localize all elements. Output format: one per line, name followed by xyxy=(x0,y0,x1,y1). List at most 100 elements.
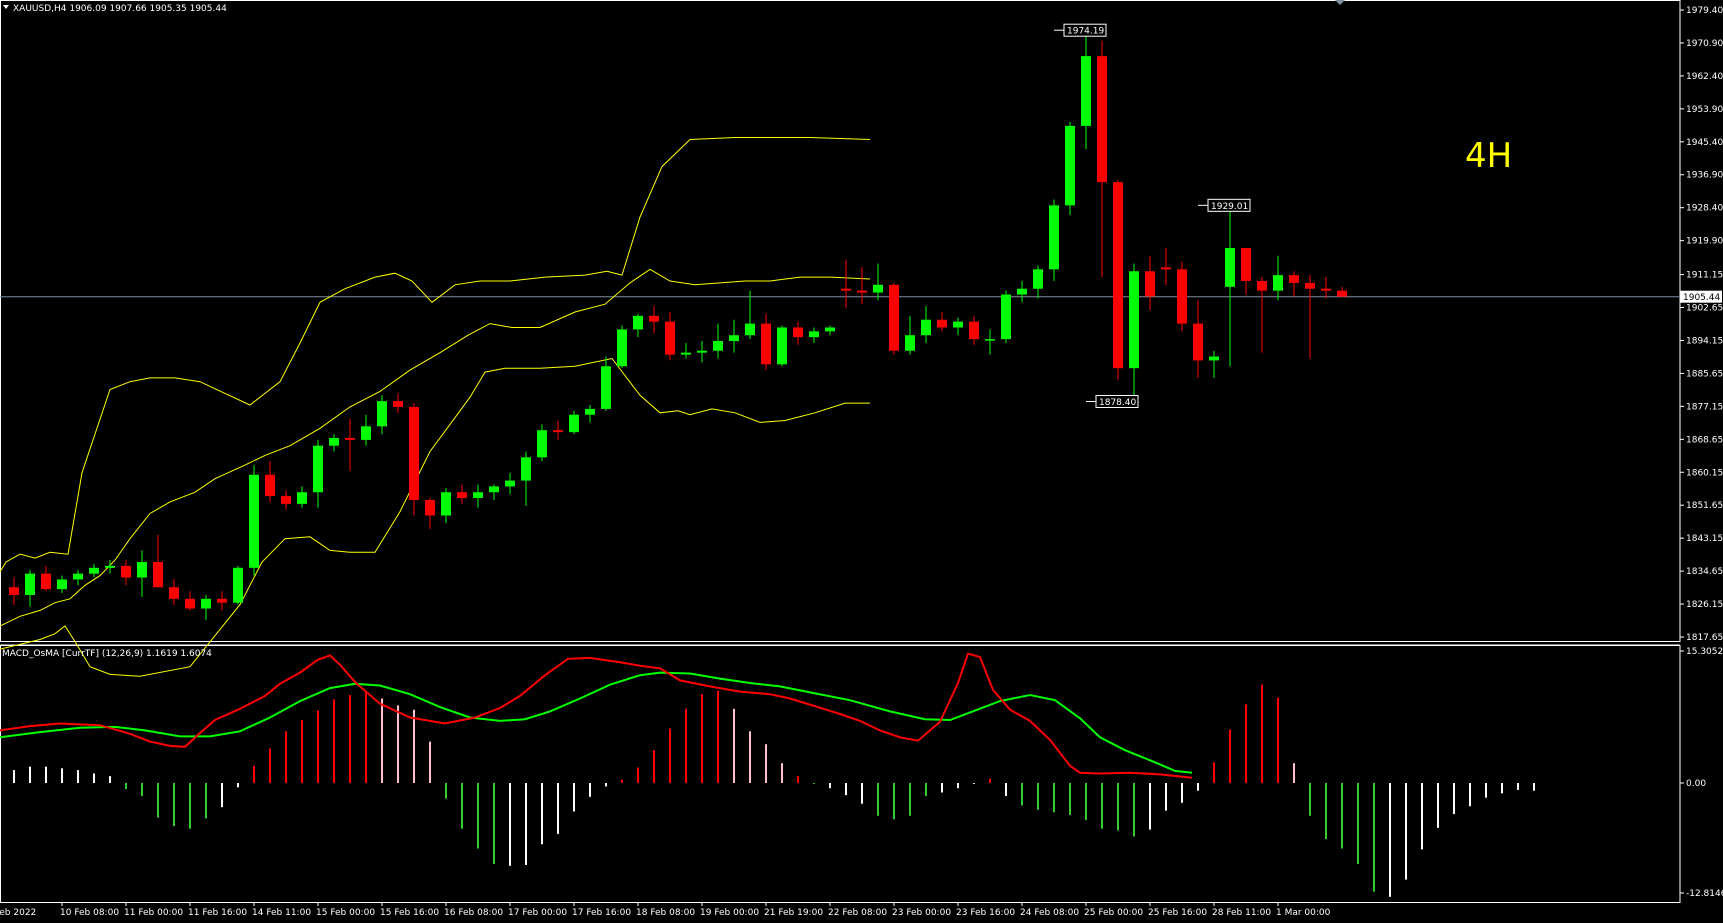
price-tick-label: 1979.40 xyxy=(1686,6,1723,16)
candle-body xyxy=(649,315,659,322)
candle-body xyxy=(137,561,147,578)
candle-body xyxy=(1145,271,1155,297)
price-tick-label: 1885.65 xyxy=(1686,369,1723,379)
candle-body xyxy=(1161,267,1171,270)
candle-body xyxy=(1081,56,1091,126)
candle-body xyxy=(1097,56,1107,183)
candle-body xyxy=(985,339,995,341)
candle-body xyxy=(377,401,387,427)
time-tick-label: 28 Feb 11:00 xyxy=(1212,908,1271,918)
price-tick-label: 1843.15 xyxy=(1686,534,1723,544)
time-tick-label: 23 Feb 16:00 xyxy=(956,908,1015,918)
candle-body xyxy=(889,284,899,351)
time-tick-label: 1 Mar 00:00 xyxy=(1276,908,1331,918)
annotation-text: 1974.19 xyxy=(1067,27,1104,37)
time-tick-label: 15 Feb 16:00 xyxy=(380,908,439,918)
candle-body xyxy=(969,321,979,340)
candle-body xyxy=(217,598,227,603)
candle-body xyxy=(1001,294,1011,340)
candle xyxy=(1113,180,1123,380)
price-tick-label: 1851.65 xyxy=(1686,501,1723,511)
candle-body xyxy=(777,327,787,365)
candle-body xyxy=(233,567,243,603)
candle-body xyxy=(761,323,771,365)
candle-body xyxy=(1209,356,1219,361)
candle-body xyxy=(521,457,531,481)
candle-body xyxy=(633,315,643,330)
candle-body xyxy=(665,321,675,355)
candle-body xyxy=(57,579,67,590)
candle-body xyxy=(1065,125,1075,206)
candle-body xyxy=(473,492,483,499)
candle-body xyxy=(825,327,835,332)
time-tick-label: 24 Feb 08:00 xyxy=(1020,908,1079,918)
candle-body xyxy=(393,401,403,407)
candle-body xyxy=(937,319,947,328)
candle-body xyxy=(281,496,291,504)
candle-body xyxy=(537,430,547,458)
candle-body xyxy=(345,437,355,440)
indicator-tick-label: -12.8146 xyxy=(1686,889,1723,899)
candle-body xyxy=(873,284,883,293)
candle-body xyxy=(953,321,963,328)
candle-body xyxy=(249,474,259,568)
candle-body xyxy=(297,492,307,504)
candle-body xyxy=(1193,323,1203,361)
candle-body xyxy=(1321,288,1331,291)
indicator-tick-label: 15.3052 xyxy=(1686,647,1723,657)
candle-body xyxy=(41,573,51,590)
price-tick-label: 1911.15 xyxy=(1686,271,1723,281)
chart-canvas[interactable]: 1974.19 1929.01 1878.40 1979.40 1970.90 1962… xyxy=(0,0,1723,923)
candle-body xyxy=(905,335,915,351)
time-tick-label: 11 Feb 16:00 xyxy=(188,908,247,918)
candle-body xyxy=(1049,205,1059,270)
candle-body xyxy=(745,323,755,336)
candle-body xyxy=(361,426,371,440)
candle-body xyxy=(1337,290,1347,297)
candle-body xyxy=(569,414,579,433)
candle-body xyxy=(1129,271,1139,369)
candle-body xyxy=(89,567,99,574)
candle-body xyxy=(265,474,275,497)
candle-body xyxy=(441,492,451,516)
candle-body xyxy=(1273,275,1283,291)
candle-body xyxy=(617,329,627,367)
price-tick-label: 1945.40 xyxy=(1686,138,1723,148)
candle xyxy=(1177,261,1187,332)
candle-body xyxy=(9,587,19,595)
time-tick-label: 17 Feb 16:00 xyxy=(572,908,631,918)
time-tick-label: 15 Feb 00:00 xyxy=(316,908,375,918)
time-tick-label: 10 Feb 08:00 xyxy=(60,908,119,918)
candle-body xyxy=(729,335,739,342)
time-tick-label: 23 Feb 00:00 xyxy=(892,908,951,918)
candle-body xyxy=(553,430,563,433)
candle-body xyxy=(73,573,83,580)
candle-body xyxy=(25,573,35,595)
time-tick-label: 14 Feb 11:00 xyxy=(252,908,311,918)
price-tick-label: 1953.90 xyxy=(1686,105,1723,115)
time-tick-label: 11 Feb 00:00 xyxy=(124,908,183,918)
candle-body xyxy=(313,445,323,493)
annotation-text: 1929.01 xyxy=(1211,202,1248,212)
candle-body xyxy=(1257,280,1267,291)
price-tick-label: 1919.90 xyxy=(1686,237,1723,247)
price-tick-label: 1860.15 xyxy=(1686,468,1723,478)
candle-body xyxy=(713,341,723,351)
candle-body xyxy=(1033,269,1043,289)
price-tick-label: 1868.65 xyxy=(1686,435,1723,445)
candle-body xyxy=(153,561,163,588)
candle xyxy=(889,282,899,355)
time-tick-label: 22 Feb 08:00 xyxy=(828,908,887,918)
candle-body xyxy=(1241,248,1251,281)
price-tick-label: 1970.90 xyxy=(1686,39,1723,49)
price-tick-label: 1826.15 xyxy=(1686,600,1723,610)
candle-body xyxy=(857,290,867,293)
candle-body xyxy=(1305,282,1315,289)
candle-body xyxy=(329,437,339,446)
candle-body xyxy=(809,331,819,338)
price-tick-label: 1928.40 xyxy=(1686,204,1723,214)
time-tick-label: 19 Feb 00:00 xyxy=(700,908,759,918)
candle-body xyxy=(1113,182,1123,369)
current-price-label: 1905.44 xyxy=(1683,293,1720,303)
candle-body xyxy=(697,350,707,353)
